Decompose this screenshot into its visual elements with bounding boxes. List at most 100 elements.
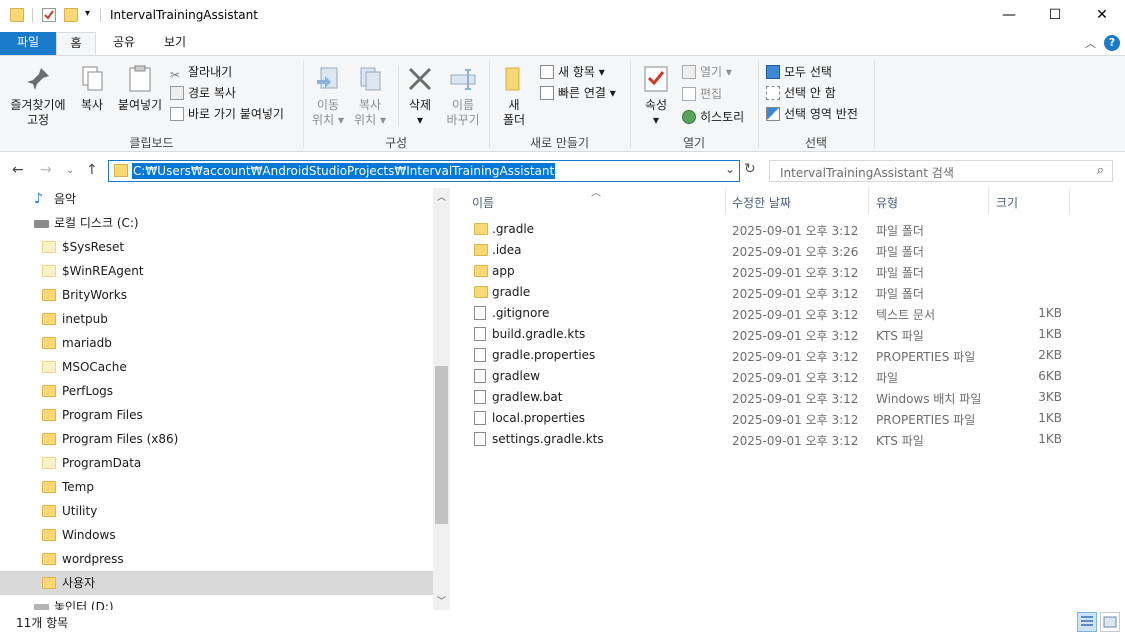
folder-icon bbox=[42, 529, 56, 541]
copy-to-button[interactable]: 복사 위치 ▾ bbox=[350, 64, 390, 128]
address-dropdown-icon[interactable]: ⌄ bbox=[725, 162, 735, 176]
details-view-icon[interactable] bbox=[1077, 612, 1097, 632]
column-divider[interactable] bbox=[868, 188, 869, 214]
nav-item-label: 사용자 bbox=[62, 576, 96, 590]
open-button[interactable]: 열기 ▾ bbox=[682, 64, 732, 80]
up-arrow-icon[interactable]: ↑ bbox=[86, 162, 98, 178]
paste-shortcut-icon bbox=[170, 107, 184, 121]
copy-button[interactable]: 복사 bbox=[74, 64, 110, 113]
back-arrow-icon[interactable]: ← bbox=[12, 162, 24, 178]
history-button[interactable]: 히스토리 bbox=[682, 109, 744, 125]
file-icon bbox=[474, 348, 486, 362]
table-row[interactable]: gradlew.bat 2025-09-01 오후 3:12 Windows 배치 … bbox=[458, 387, 1125, 408]
folder-app-icon bbox=[10, 8, 24, 22]
large-icons-view-icon[interactable] bbox=[1100, 612, 1120, 632]
edit-icon bbox=[682, 87, 696, 101]
nav-item-label: Program Files (x86) bbox=[62, 432, 179, 446]
new-folder-button[interactable]: 새 폴더 bbox=[496, 64, 532, 128]
window-title: IntervalTrainingAssistant bbox=[110, 8, 258, 22]
rename-icon bbox=[448, 64, 478, 94]
table-row[interactable]: app 2025-09-01 오후 3:12 파일 폴더 bbox=[458, 261, 1125, 282]
file-name: gradle.properties bbox=[492, 348, 596, 362]
column-divider[interactable] bbox=[725, 188, 726, 214]
folder-icon bbox=[42, 385, 56, 397]
select-all-button[interactable]: 모두 선택 bbox=[766, 64, 832, 80]
search-icon[interactable]: ⌕ bbox=[1097, 163, 1104, 178]
table-row[interactable]: .gitignore 2025-09-01 오후 3:12 텍스트 문서 1KB bbox=[458, 303, 1125, 324]
invert-selection-icon bbox=[766, 107, 780, 121]
recent-locations-icon[interactable]: ⌄ bbox=[66, 165, 74, 176]
tab-home[interactable]: 홈 bbox=[56, 32, 96, 55]
table-row[interactable]: build.gradle.kts 2025-09-01 오후 3:12 KTS 파일… bbox=[458, 324, 1125, 345]
new-item-label: 새 항목 bbox=[558, 65, 595, 79]
column-divider[interactable] bbox=[988, 188, 989, 214]
new-folder-qat-icon[interactable] bbox=[64, 8, 78, 22]
new-folder-icon bbox=[499, 64, 529, 94]
move-to-label-1: 이동 bbox=[316, 98, 340, 112]
paste-shortcut-button[interactable]: 바로 가기 붙여넣기 bbox=[170, 106, 284, 122]
copy-to-icon bbox=[355, 64, 385, 94]
nav-scrollbar[interactable]: ︿ ﹀ bbox=[433, 188, 450, 610]
refresh-icon[interactable]: ↻ bbox=[744, 161, 756, 177]
paste-button[interactable]: 붙여넣기 bbox=[114, 64, 166, 113]
folder-icon bbox=[474, 286, 488, 298]
move-to-button[interactable]: 이동 위치 ▾ bbox=[308, 64, 348, 128]
open-label: 열기 bbox=[700, 65, 723, 79]
delete-button[interactable]: 삭제 ▾ bbox=[402, 64, 438, 128]
column-header-date[interactable]: 수정한 날짜 bbox=[732, 192, 791, 214]
history-icon bbox=[682, 110, 696, 124]
folder-icon bbox=[474, 244, 488, 256]
column-divider[interactable] bbox=[1069, 188, 1070, 214]
file-type: 파일 폴더 bbox=[876, 287, 924, 301]
properties-check-icon bbox=[641, 64, 671, 94]
select-group-label: 선택 bbox=[804, 136, 828, 150]
table-row[interactable]: local.properties 2025-09-01 오후 3:12 PROPER… bbox=[458, 408, 1125, 429]
file-date: 2025-09-01 오후 3:26 bbox=[732, 245, 859, 259]
table-row[interactable]: settings.gradle.kts 2025-09-01 오후 3:12 KTS… bbox=[458, 429, 1125, 450]
copy-path-button[interactable]: 경로 복사 bbox=[170, 85, 236, 101]
minimize-button[interactable]: — bbox=[986, 0, 1032, 32]
search-input[interactable]: IntervalTrainingAssistant 검색 ⌕ bbox=[769, 160, 1113, 182]
select-none-button[interactable]: 선택 안 함 bbox=[766, 85, 836, 101]
open-group-label: 열기 bbox=[682, 136, 706, 150]
scrollbar-thumb[interactable] bbox=[435, 366, 448, 524]
easy-access-button[interactable]: 빠른 연결 ▾ bbox=[540, 85, 616, 101]
properties-qat-icon[interactable] bbox=[42, 8, 56, 22]
column-header-name[interactable]: 이름 bbox=[472, 192, 494, 214]
pin-to-quick-access-button[interactable]: 즐겨찾기에 고정 bbox=[6, 64, 70, 128]
close-button[interactable]: ✕ bbox=[1079, 0, 1125, 32]
table-row[interactable]: .gradle 2025-09-01 오후 3:12 파일 폴더 bbox=[458, 219, 1125, 240]
properties-button[interactable]: 속성 ▾ bbox=[636, 64, 676, 128]
table-row[interactable]: .idea 2025-09-01 오후 3:26 파일 폴더 bbox=[458, 240, 1125, 261]
new-item-button[interactable]: 새 항목 ▾ bbox=[540, 64, 605, 80]
column-header-type[interactable]: 유형 bbox=[876, 192, 898, 214]
ribbon-tabs: 파일 홈 공유 보기 ︿ ? bbox=[0, 32, 1125, 55]
scroll-up-icon[interactable]: ︿ bbox=[437, 190, 446, 203]
forward-arrow-icon[interactable]: → bbox=[40, 162, 52, 178]
folder-icon bbox=[42, 409, 56, 421]
help-icon[interactable]: ? bbox=[1104, 35, 1120, 51]
nav-item-label: $SysReset bbox=[62, 240, 125, 254]
table-row[interactable]: gradle 2025-09-01 오후 3:12 파일 폴더 bbox=[458, 282, 1125, 303]
edit-button[interactable]: 편집 bbox=[682, 86, 722, 102]
address-path[interactable]: C:₩Users₩account₩AndroidStudioProjects₩I… bbox=[132, 163, 556, 179]
title-divider bbox=[100, 8, 101, 22]
collapse-ribbon-icon[interactable]: ︿ bbox=[1085, 35, 1096, 51]
qat-dropdown-icon[interactable]: ▾ bbox=[85, 8, 90, 19]
rename-button[interactable]: 이름 바꾸기 bbox=[442, 64, 484, 128]
cut-label: 잘라내기 bbox=[188, 65, 233, 79]
history-label: 히스토리 bbox=[700, 110, 745, 124]
tab-share[interactable]: 공유 bbox=[104, 32, 144, 55]
file-size: 2KB bbox=[1038, 348, 1062, 362]
address-bar[interactable]: C:₩Users₩account₩AndroidStudioProjects₩I… bbox=[108, 160, 740, 182]
drive-icon bbox=[34, 220, 49, 228]
table-row[interactable]: gradlew 2025-09-01 오후 3:12 파일 6KB bbox=[458, 366, 1125, 387]
scroll-down-icon[interactable]: ﹀ bbox=[437, 594, 446, 607]
column-header-size[interactable]: 크기 bbox=[996, 192, 1018, 214]
invert-selection-button[interactable]: 선택 영역 반전 bbox=[766, 106, 858, 122]
tab-view[interactable]: 보기 bbox=[152, 32, 198, 55]
cut-button[interactable]: ✂ 잘라내기 bbox=[170, 64, 233, 82]
tab-file[interactable]: 파일 bbox=[0, 32, 56, 55]
table-row[interactable]: gradle.properties 2025-09-01 오후 3:12 PROPE… bbox=[458, 345, 1125, 366]
maximize-button[interactable]: ☐ bbox=[1032, 0, 1078, 32]
